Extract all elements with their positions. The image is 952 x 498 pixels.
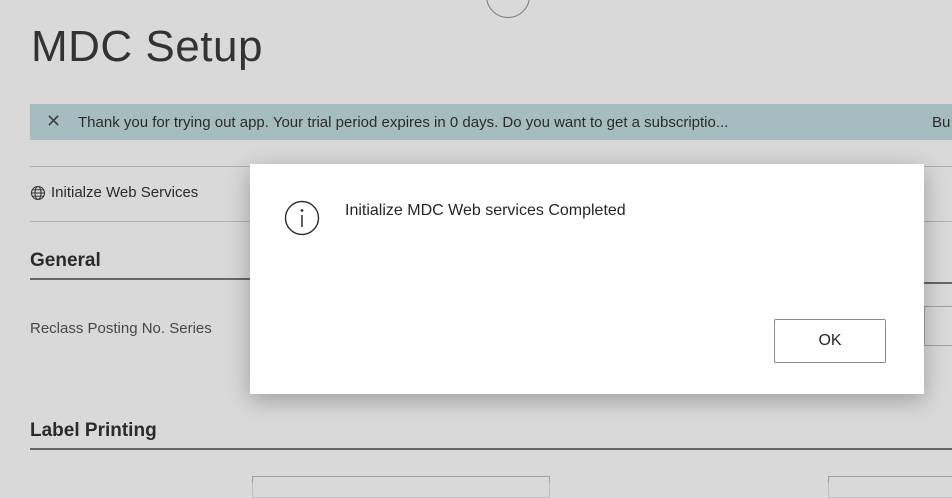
ok-button[interactable]: OK [774,319,886,363]
info-icon [284,200,320,236]
completion-dialog: Initialize MDC Web services Completed OK [250,164,924,394]
dialog-message: Initialize MDC Web services Completed [345,202,626,219]
